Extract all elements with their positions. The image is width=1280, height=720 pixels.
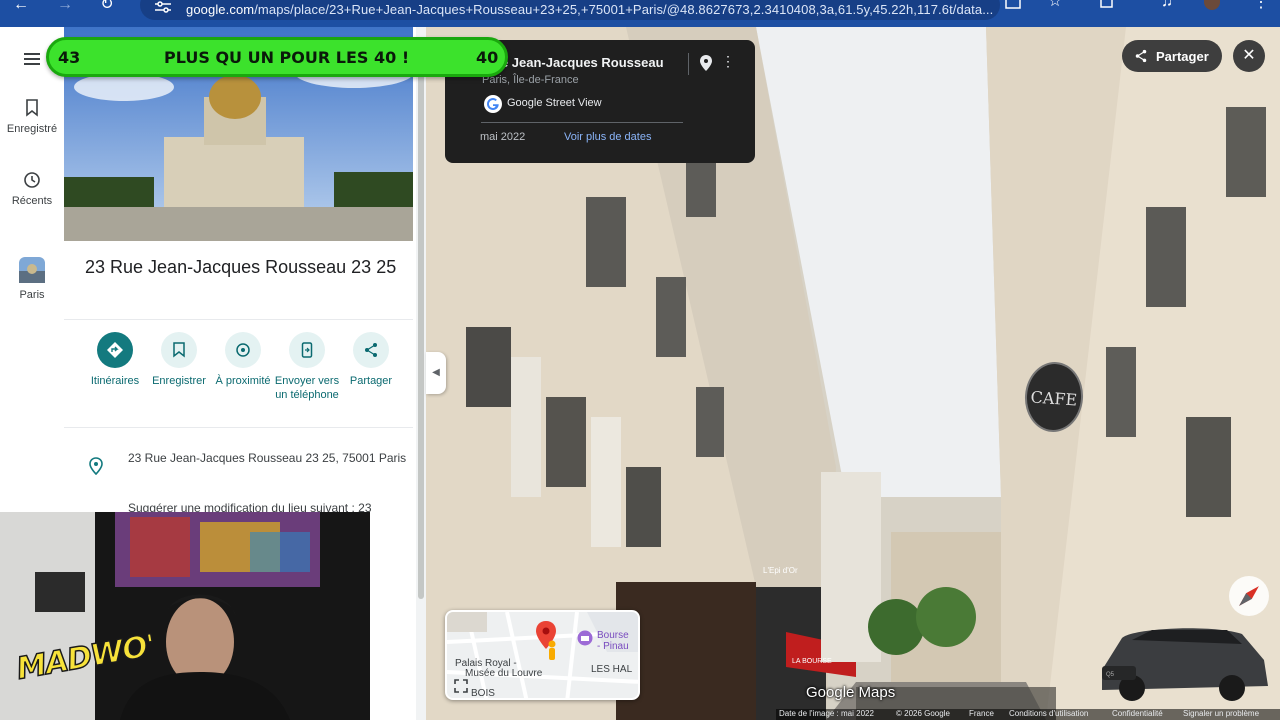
scrollbar-thumb[interactable]: [418, 39, 424, 599]
divider: [688, 53, 689, 75]
bookmark-star-icon[interactable]: ☆: [1044, 0, 1066, 11]
nearby-button[interactable]: À proximité: [210, 332, 276, 388]
webcam-feed: [0, 512, 370, 720]
reload-icon[interactable]: ↻: [96, 0, 118, 14]
share-icon: [365, 343, 377, 357]
map-label: - Pinau: [597, 641, 629, 652]
directions-button[interactable]: Itinéraires: [82, 332, 148, 388]
bookmark-icon: [173, 342, 185, 358]
google-maps-logo: Google Maps: [806, 684, 896, 701]
terms-link[interactable]: Conditions d'utilisation: [1009, 709, 1088, 718]
place-title: 23 Rue Jean-Jacques Rousseau 23 25: [85, 257, 397, 277]
stream-banner: 43 PLUS QU UN POUR LES 40 ! 40: [46, 37, 508, 77]
share-icon: [1135, 49, 1147, 63]
send-to-phone-icon: [301, 342, 313, 358]
location-pin-icon: [89, 457, 103, 475]
profile-avatar[interactable]: [1204, 0, 1220, 10]
media-control-icon[interactable]: ♫: [1156, 0, 1178, 11]
back-arrow-icon[interactable]: ←: [10, 0, 32, 14]
rail-item-paris[interactable]: Paris: [0, 257, 64, 301]
minimap[interactable]: Bourse - Pinau Palais Royal - Musée du L…: [445, 610, 640, 700]
divider: [64, 427, 413, 428]
map-label: LES HAL: [591, 664, 633, 675]
share-button[interactable]: Partager: [338, 332, 404, 388]
more-dates-link[interactable]: Voir plus de dates: [564, 131, 651, 143]
hamburger-icon[interactable]: [22, 52, 42, 66]
map-label: BOIS: [471, 688, 495, 699]
rail-item-label: Paris: [19, 289, 45, 301]
extensions-icon[interactable]: [1098, 0, 1116, 12]
card-title: ue Jean-Jacques Rousseau: [493, 55, 664, 70]
map-footer: Date de l'image : mai 2022 © 2026 Google…: [776, 709, 1280, 720]
banner-right-count: 40: [476, 48, 499, 67]
rail-item-recents[interactable]: Récents: [0, 171, 64, 207]
expand-map-icon[interactable]: [453, 678, 469, 694]
nearby-icon: [236, 343, 250, 357]
browser-menu-icon[interactable]: ⋮: [1250, 0, 1272, 12]
banner-left-count: 43: [58, 48, 81, 67]
image-date: Date de l'image : mai 2022: [779, 709, 874, 718]
google-logo-icon: [484, 95, 502, 113]
pegman-icon: [548, 640, 556, 660]
panel-scrollbar[interactable]: [416, 27, 426, 720]
banner-text: PLUS QU UN POUR LES 40 !: [164, 48, 410, 67]
share-label: Partager: [1156, 49, 1209, 64]
action-label: Itinéraires: [90, 375, 140, 387]
museum-icon: [577, 630, 593, 646]
send-to-phone-button[interactable]: Envoyer vers un téléphone: [274, 332, 340, 402]
install-app-icon[interactable]: [1004, 0, 1022, 12]
url-domain: google.com: [186, 2, 255, 17]
history-icon: [24, 172, 40, 188]
source-label: Google Street View: [507, 97, 602, 109]
compass-icon[interactable]: [1229, 576, 1269, 616]
rail-item-saved[interactable]: Enregistré: [0, 99, 64, 135]
paris-thumbnail-icon: [19, 257, 45, 283]
action-label: Enregistrer: [152, 375, 206, 387]
screen: ← → ↻ google.com/maps/place/23+Rue+Jean-…: [0, 0, 1280, 720]
privacy-link[interactable]: Confidentialité: [1112, 709, 1163, 718]
report-problem-link[interactable]: Signaler un problème: [1183, 709, 1259, 718]
awning-sign: LA BOURSE: [792, 658, 832, 665]
country-link[interactable]: France: [969, 709, 994, 718]
copyright: © 2026 Google: [896, 709, 950, 718]
card-subtitle: Paris, Île-de-France: [482, 74, 579, 86]
map-label: Musée du Louvre: [465, 668, 543, 679]
forward-arrow-icon[interactable]: →: [54, 0, 76, 14]
directions-icon: [107, 342, 123, 358]
map-label: Bourse: [597, 630, 629, 641]
close-icon[interactable]: ✕: [1233, 40, 1265, 72]
capture-date: mai 2022: [480, 131, 526, 143]
save-button[interactable]: Enregistrer: [146, 332, 212, 388]
site-info-icon[interactable]: [154, 0, 172, 14]
car-plate: Q5: [1106, 672, 1115, 678]
url-path: /maps/place/23+Rue+Jean-Jacques+Rousseau…: [254, 2, 994, 17]
car-image: Q5: [1102, 628, 1268, 701]
collapse-panel-button[interactable]: ◀: [426, 352, 446, 394]
action-label: Partager: [349, 375, 393, 387]
action-label: Envoyer vers un téléphone: [274, 375, 340, 401]
action-label: À proximité: [215, 375, 271, 387]
url-text: google.com/maps/place/23+Rue+Jean-Jacque…: [186, 2, 993, 17]
action-buttons: Itinéraires Enregistrer À proximité Envo…: [82, 332, 412, 432]
bookmark-icon: [26, 99, 38, 117]
restaurant-sign: L'Epi d'Or: [763, 566, 798, 575]
share-street-view-button[interactable]: Partager: [1122, 40, 1222, 72]
rail-item-label: Enregistré: [6, 123, 58, 135]
divider: [481, 122, 683, 123]
divider: [64, 319, 413, 320]
more-options-icon[interactable]: ⋮: [721, 53, 735, 70]
address-text: 23 Rue Jean-Jacques Rousseau 23 25, 7500…: [128, 451, 407, 465]
location-pin-icon[interactable]: [699, 54, 713, 72]
address-bar[interactable]: google.com/maps/place/23+Rue+Jean-Jacque…: [140, 0, 1000, 20]
browser-toolbar: ← → ↻ google.com/maps/place/23+Rue+Jean-…: [0, 0, 1280, 27]
rail-item-label: Récents: [11, 195, 53, 207]
